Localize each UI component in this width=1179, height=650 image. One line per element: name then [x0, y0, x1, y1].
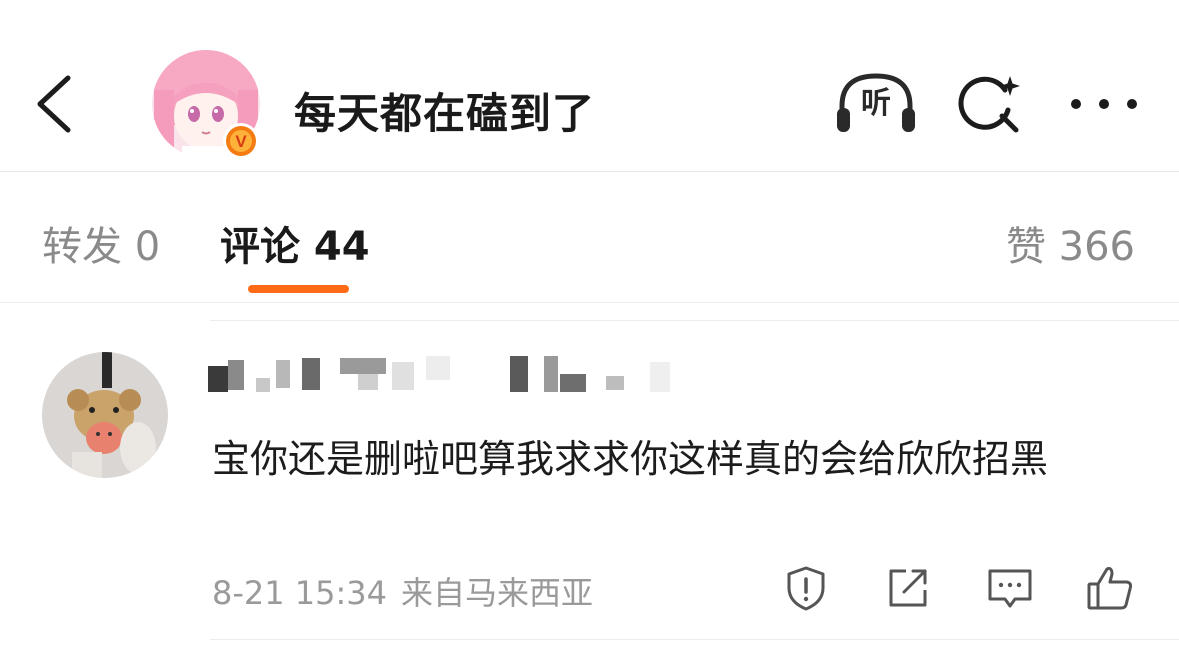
report-button[interactable]: [780, 562, 832, 614]
commenter-avatar-image: [42, 352, 168, 478]
reply-icon: [988, 569, 1032, 608]
tab-like[interactable]: 赞 366: [1006, 214, 1135, 272]
interaction-tabs: 转发 0 评论 44 赞 366: [0, 172, 1179, 302]
verified-badge-icon: V: [222, 122, 260, 160]
listen-label: 听: [861, 86, 891, 121]
share-button[interactable]: [882, 562, 934, 614]
tabs-divider: [0, 302, 1179, 303]
blurred-commenter-name: [208, 352, 708, 398]
comment-text: 宝你还是删啦吧算我求求你这样真的会给欣欣招黑: [212, 437, 1049, 481]
username[interactable]: 每天都在磕到了: [294, 80, 595, 141]
tab-repost[interactable]: 转发 0: [42, 214, 160, 272]
comment-time: 8-21 15:34: [212, 574, 388, 612]
active-tab-indicator: [248, 285, 349, 293]
like-button[interactable]: [1084, 562, 1136, 614]
top-navigation-bar: V 每天都在磕到了 听: [0, 0, 1179, 170]
back-button[interactable]: [28, 68, 88, 138]
poster-avatar[interactable]: V: [152, 50, 260, 160]
comment-meta: 8-21 15:34 来自马来西亚: [212, 568, 593, 614]
reply-button[interactable]: [984, 562, 1036, 614]
search-button[interactable]: [956, 70, 1024, 138]
search-sparkle-icon: [958, 76, 1020, 133]
share-icon: [889, 569, 927, 607]
comment-source: 来自马来西亚: [401, 574, 594, 612]
more-button[interactable]: [1068, 86, 1140, 122]
comment-divider-top: [210, 320, 1179, 321]
chevron-left-icon: [37, 75, 71, 133]
comment-divider-bottom: [210, 639, 1179, 640]
listen-button[interactable]: 听: [834, 70, 918, 136]
more-horizontal-icon: [1071, 99, 1137, 109]
tab-comment[interactable]: 评论 44: [220, 214, 370, 272]
report-icon: [787, 566, 825, 611]
like-icon: [1087, 567, 1133, 610]
commenter-avatar[interactable]: [42, 352, 168, 478]
svg-text:V: V: [235, 132, 247, 151]
